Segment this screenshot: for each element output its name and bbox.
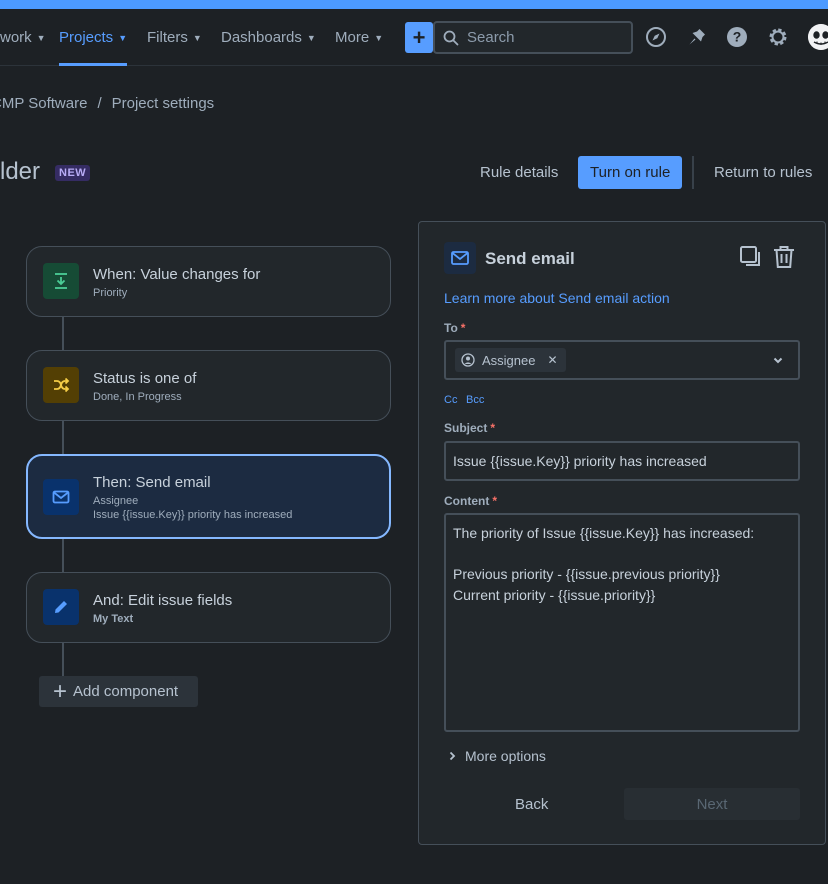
plus-icon: + <box>53 677 68 705</box>
nav-projects[interactable]: Projects ▼ <box>59 9 128 66</box>
return-to-rules-button[interactable]: Return to rules <box>702 156 824 189</box>
top-navigation: work ▼ Projects ▼ Filters ▼ Dashboards ▼… <box>0 9 828 66</box>
page-title: lder <box>0 158 41 185</box>
required-marker: * <box>490 421 496 435</box>
remove-chip-icon[interactable]: ✕ <box>547 353 557 367</box>
card-title: Status is one of <box>93 370 197 387</box>
nav-filters[interactable]: Filters ▼ <box>147 9 202 66</box>
chevron-down-icon: ▼ <box>118 32 128 43</box>
nav-more[interactable]: More ▼ <box>335 9 383 66</box>
card-title: Then: Send email <box>93 474 211 491</box>
flow-connector <box>62 643 64 676</box>
breadcrumb-separator: / <box>97 95 102 112</box>
more-options-toggle[interactable]: More options <box>447 748 546 764</box>
mail-icon <box>444 242 476 274</box>
trash-icon[interactable] <box>771 244 797 270</box>
nav-your-work[interactable]: work ▼ <box>0 9 46 66</box>
content-label: Content * <box>444 494 497 508</box>
search-icon <box>443 30 459 45</box>
to-label-text: To <box>444 321 458 335</box>
breadcrumb-project[interactable]: CMP Software <box>0 95 87 112</box>
user-avatar-icon <box>461 353 475 367</box>
search-box[interactable] <box>433 21 633 54</box>
card-title: When: Value changes for <box>93 266 261 283</box>
notification-icon[interactable] <box>686 26 708 48</box>
compass-icon[interactable] <box>645 26 667 48</box>
subject-label: Subject * <box>444 421 495 435</box>
trigger-card[interactable]: When: Value changes for Priority <box>26 246 391 317</box>
bcc-link[interactable]: Bcc <box>466 394 484 406</box>
avatar-face-icon <box>808 24 828 50</box>
chevron-down-icon: ▼ <box>306 32 316 43</box>
subject-label-text: Subject <box>444 421 488 435</box>
subject-input[interactable] <box>444 441 800 481</box>
add-component-button[interactable]: + Add component <box>39 676 198 707</box>
chevron-down-icon: ▼ <box>36 32 46 43</box>
cc-link[interactable]: Cc <box>444 394 457 406</box>
flow-connector <box>62 539 64 572</box>
nav-label: Filters <box>147 29 188 46</box>
new-badge: NEW <box>55 165 91 181</box>
chevron-down-icon <box>773 357 783 364</box>
edit-icon <box>43 589 79 625</box>
card-detail: Assignee <box>93 495 139 507</box>
condition-card[interactable]: Status is one of Done, In Progress <box>26 350 391 421</box>
mail-icon <box>43 479 79 515</box>
card-detail: My Text <box>93 613 134 625</box>
more-options-label: More options <box>465 748 546 764</box>
assignee-chip: Assignee ✕ <box>455 348 566 372</box>
header-divider <box>692 156 694 189</box>
breadcrumb: CMP Software / Project settings <box>0 95 214 112</box>
component-config-panel: Send email Learn more about Send email a… <box>418 221 826 845</box>
chevron-down-icon: ▼ <box>374 32 384 43</box>
back-button[interactable]: Back <box>515 796 548 813</box>
nav-label: More <box>335 29 370 46</box>
nav-dashboards[interactable]: Dashboards ▼ <box>221 9 316 66</box>
learn-more-link[interactable]: Learn more about Send email action <box>444 290 670 306</box>
settings-icon[interactable] <box>767 26 789 48</box>
content-label-text: Content <box>444 494 490 508</box>
panel-title: Send email <box>485 249 575 268</box>
required-marker: * <box>460 321 466 335</box>
nav-label: Projects <box>59 29 114 46</box>
copy-icon[interactable] <box>738 244 764 270</box>
content-textarea[interactable]: The priority of Issue {{issue.Key}} has … <box>444 513 800 732</box>
nav-label: Dashboards <box>221 29 302 46</box>
help-icon[interactable]: ? <box>726 26 748 48</box>
card-detail: Priority <box>93 287 128 299</box>
add-component-label: Add component <box>73 683 179 700</box>
create-button[interactable]: + <box>405 22 433 53</box>
turn-on-rule-button[interactable]: Turn on rule <box>578 156 683 189</box>
card-detail: Issue {{issue.Key}} priority has increas… <box>93 509 293 521</box>
to-select[interactable]: Assignee ✕ <box>444 340 800 380</box>
card-title: And: Edit issue fields <box>93 592 233 609</box>
edit-fields-card[interactable]: And: Edit issue fields My Text <box>26 572 391 643</box>
rule-details-button[interactable]: Rule details <box>468 156 570 189</box>
shuffle-icon <box>43 367 79 403</box>
required-marker: * <box>492 494 497 508</box>
breadcrumb-current[interactable]: Project settings <box>112 95 215 112</box>
search-input[interactable] <box>467 29 617 46</box>
send-email-card[interactable]: Then: Send email Assignee Issue {{issue.… <box>26 454 391 539</box>
svg-text:?: ? <box>733 29 742 45</box>
chevron-right-icon <box>449 751 456 761</box>
download-icon <box>43 263 79 299</box>
chevron-down-icon: ▼ <box>192 32 202 43</box>
flow-connector <box>62 421 64 454</box>
card-detail: Done, In Progress <box>93 391 182 403</box>
top-accent-bar <box>0 0 828 9</box>
chip-label: Assignee <box>482 352 536 368</box>
to-label: To * <box>444 321 465 335</box>
nav-label: work <box>0 29 32 46</box>
avatar[interactable] <box>808 24 828 50</box>
next-button[interactable]: Next <box>624 788 800 820</box>
flow-connector <box>62 317 64 350</box>
